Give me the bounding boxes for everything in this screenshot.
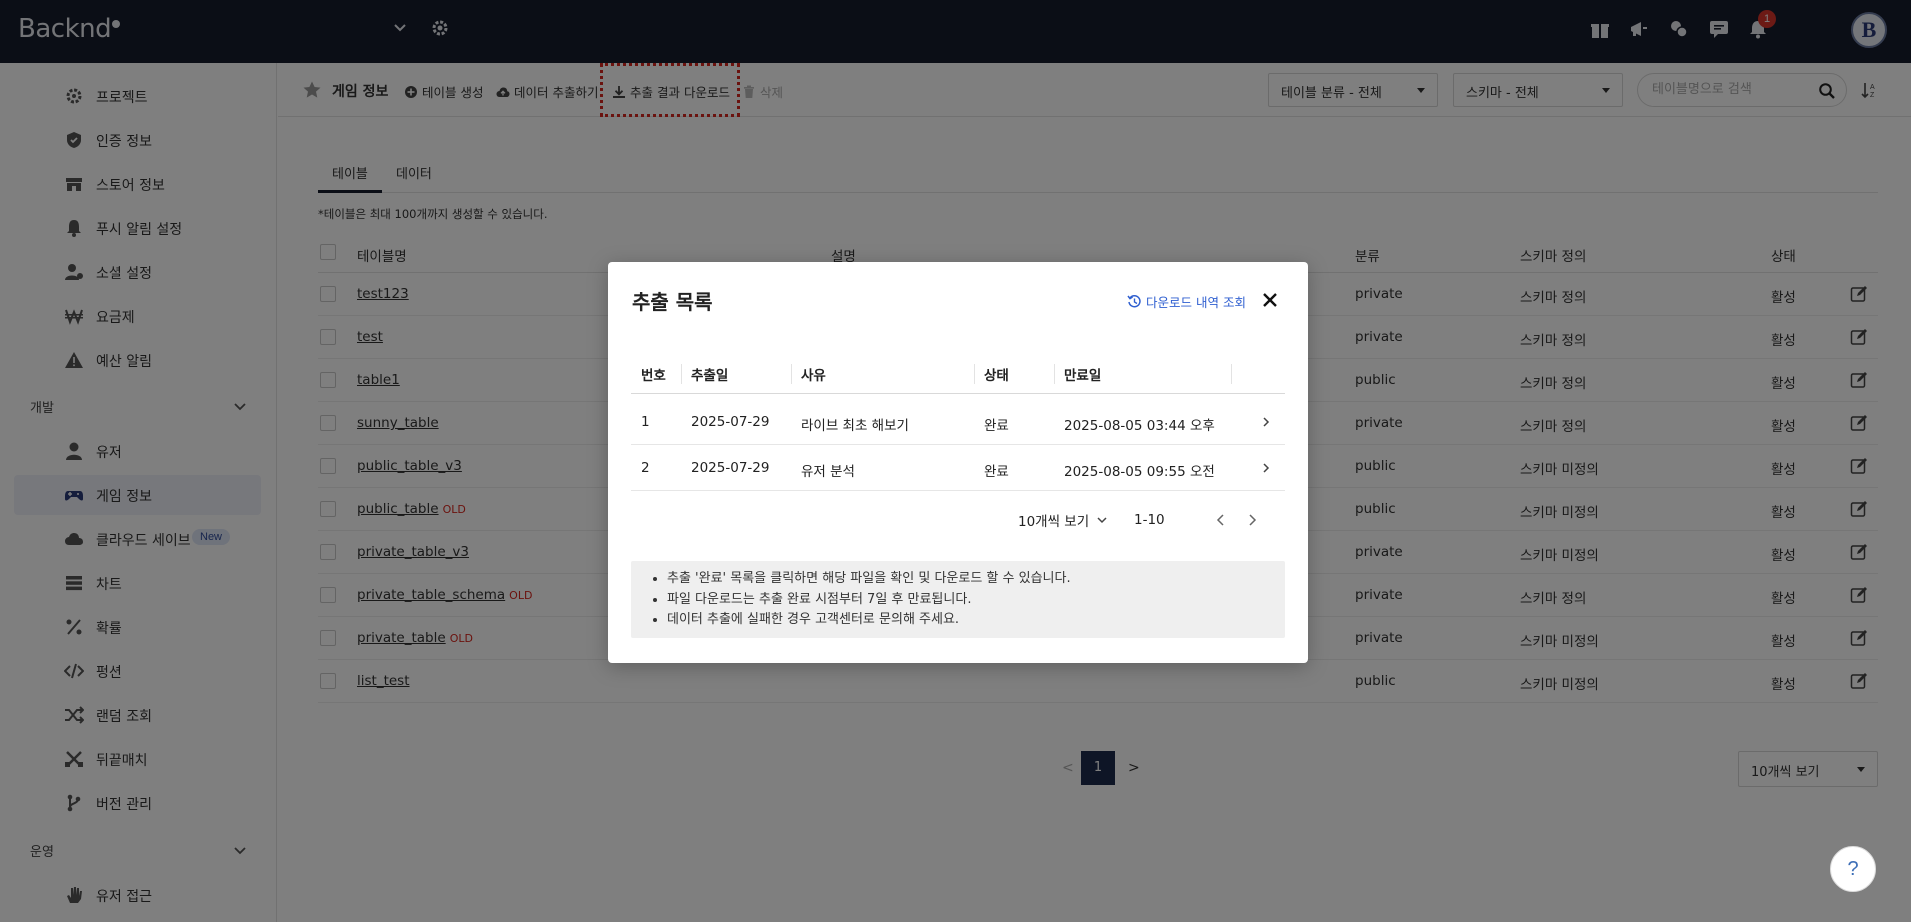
chevron-right-icon[interactable] (1244, 512, 1260, 528)
chevron-left-icon[interactable] (1213, 512, 1229, 528)
row-date: 2025-07-29 (691, 460, 770, 476)
header-reason: 사유 (801, 368, 826, 384)
info-item: 추출 '완료' 목록을 클릭하면 해당 파일을 확인 및 다운로드 할 수 있습… (667, 569, 1285, 590)
chevron-down-icon (1097, 517, 1107, 524)
column-divider (681, 364, 682, 384)
row-no: 2 (641, 460, 650, 476)
header-date: 추출일 (691, 368, 729, 384)
row-date: 2025-07-29 (691, 414, 770, 430)
modal-title: 추출 목록 (632, 290, 713, 314)
info-item: 파일 다운로드는 추출 완료 시점부터 7일 후 만료됩니다. (667, 590, 1285, 611)
page-range: 1-10 (1134, 512, 1165, 528)
column-divider (1231, 364, 1232, 384)
chevron-right-icon[interactable] (1259, 415, 1273, 429)
history-icon (1127, 295, 1141, 308)
extract-table-header: 번호 추출일 사유 상태 만료일 (631, 354, 1285, 394)
info-box: 추출 '완료' 목록을 클릭하면 해당 파일을 확인 및 다운로드 할 수 있습… (631, 561, 1285, 638)
column-divider (974, 364, 975, 384)
header-expire: 만료일 (1064, 368, 1102, 384)
extract-row[interactable]: 1 2025-07-29 라이브 최초 해보기 완료 2025-08-05 03… (631, 399, 1285, 445)
row-expire: 2025-08-05 03:44 오후 (1064, 418, 1215, 434)
download-history-link[interactable]: 다운로드 내역 조회 (1127, 292, 1246, 311)
header-no: 번호 (641, 368, 666, 384)
column-divider (791, 364, 792, 384)
extract-row[interactable]: 2 2025-07-29 유저 분석 완료 2025-08-05 09:55 오… (631, 445, 1285, 491)
header-status: 상태 (984, 368, 1009, 384)
help-button[interactable]: ? (1830, 846, 1876, 892)
row-reason: 라이브 최초 해보기 (801, 418, 909, 434)
info-item: 데이터 추출에 실패한 경우 고객센터로 문의해 주세요. (667, 610, 1285, 631)
modal-page-size-select[interactable]: 10개씩 보기 (1018, 510, 1109, 530)
row-expire: 2025-08-05 09:55 오전 (1064, 464, 1215, 480)
row-no: 1 (641, 414, 650, 430)
extract-list-modal: 추출 목록 다운로드 내역 조회 번호 추출일 사유 상태 만료일 1 2025… (608, 262, 1308, 663)
column-divider (1054, 364, 1055, 384)
row-status: 완료 (984, 418, 1009, 434)
chevron-right-icon[interactable] (1259, 461, 1273, 475)
row-reason: 유저 분석 (801, 464, 855, 480)
row-status: 완료 (984, 464, 1009, 480)
close-icon[interactable] (1260, 290, 1280, 310)
